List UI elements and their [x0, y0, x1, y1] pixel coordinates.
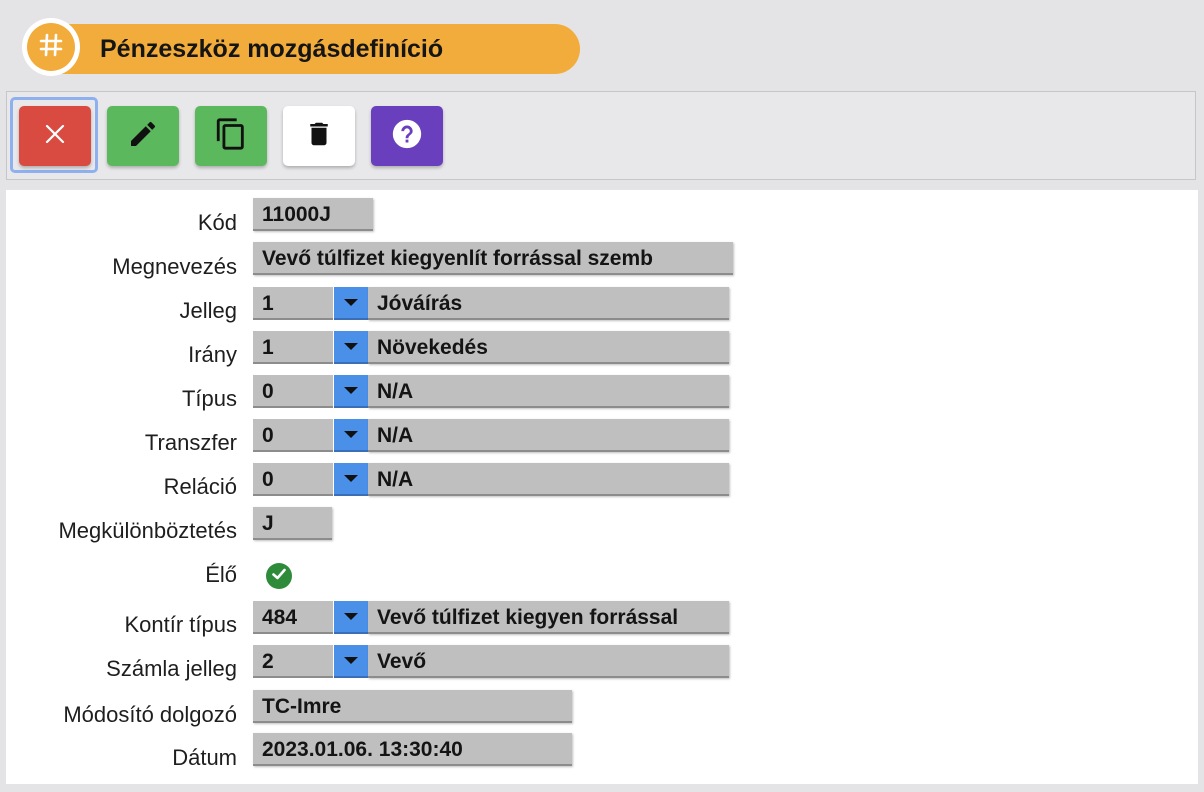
help-icon — [390, 117, 424, 156]
jelleg-code-field[interactable]: 1 — [253, 287, 333, 320]
chevron-down-icon — [344, 475, 358, 482]
chevron-down-icon — [344, 343, 358, 350]
szamla-jelleg-dropdown-button[interactable] — [334, 645, 368, 678]
irany-dropdown-button[interactable] — [334, 331, 368, 364]
chevron-down-icon — [344, 387, 358, 394]
pencil-icon — [127, 118, 159, 155]
toolbar — [6, 91, 1196, 180]
transzfer-name-field: N/A — [368, 419, 729, 452]
hash-icon — [38, 32, 64, 63]
chevron-down-icon — [344, 299, 358, 306]
cancel-button[interactable] — [19, 106, 91, 166]
kontir-tipus-code-field[interactable]: 484 — [253, 601, 333, 634]
irany-name-field: Növekedés — [368, 331, 729, 364]
szamla-jelleg-name-field: Vevő — [368, 645, 729, 678]
tipus-combo: 0 N/A — [253, 375, 729, 408]
chevron-down-icon — [344, 431, 358, 438]
edit-button[interactable] — [107, 106, 179, 166]
copy-button[interactable] — [195, 106, 267, 166]
check-circle-icon — [270, 565, 288, 588]
label-kontir-tipus: Kontír típus — [124, 612, 237, 637]
datum-field: 2023.01.06. 13:30:40 — [253, 733, 572, 766]
kontir-tipus-name-field: Vevő túlfizet kiegyen forrással — [368, 601, 729, 634]
label-modosito-dolgozo: Módosító dolgozó — [63, 702, 237, 727]
szamla-jelleg-code-field[interactable]: 2 — [253, 645, 333, 678]
trash-icon — [304, 119, 334, 154]
transzfer-combo: 0 N/A — [253, 419, 729, 452]
chevron-down-icon — [344, 613, 358, 620]
copy-icon — [214, 117, 248, 156]
label-relacio: Reláció — [163, 474, 237, 499]
close-icon — [43, 122, 67, 151]
label-datum: Dátum — [172, 745, 237, 770]
label-transzfer: Transzfer — [144, 430, 237, 455]
label-elo: Élő — [205, 562, 237, 587]
page-title: Pénzeszköz mozgásdefiníció — [100, 35, 444, 63]
label-jelleg: Jelleg — [179, 298, 237, 323]
elo-checkbox[interactable] — [266, 563, 292, 589]
kod-field[interactable]: 11000J — [253, 198, 373, 231]
kontir-tipus-dropdown-button[interactable] — [334, 601, 368, 634]
relacio-dropdown-button[interactable] — [334, 463, 368, 496]
kontir-tipus-combo: 484 Vevő túlfizet kiegyen forrással — [253, 601, 729, 634]
label-szamla-jelleg: Számla jelleg — [106, 656, 237, 681]
megkulonboztetes-field[interactable]: J — [253, 507, 332, 540]
help-button[interactable] — [371, 106, 443, 166]
tipus-dropdown-button[interactable] — [334, 375, 368, 408]
relacio-code-field[interactable]: 0 — [253, 463, 333, 496]
label-megkulonboztetes: Megkülönböztetés — [58, 518, 237, 543]
modosito-dolgozo-field: TC-Imre — [253, 690, 572, 723]
jelleg-dropdown-button[interactable] — [334, 287, 368, 320]
label-kod: Kód — [197, 210, 237, 235]
jelleg-combo: 1 Jóváírás — [253, 287, 729, 320]
tipus-code-field[interactable]: 0 — [253, 375, 333, 408]
title-badge — [22, 18, 80, 76]
jelleg-name-field: Jóváírás — [368, 287, 729, 320]
transzfer-dropdown-button[interactable] — [334, 419, 368, 452]
label-megnevezes: Megnevezés — [112, 254, 237, 279]
delete-button[interactable] — [283, 106, 355, 166]
label-tipus: Típus — [181, 386, 237, 411]
relacio-name-field: N/A — [368, 463, 729, 496]
irany-combo: 1 Növekedés — [253, 331, 729, 364]
szamla-jelleg-combo: 2 Vevő — [253, 645, 729, 678]
irany-code-field[interactable]: 1 — [253, 331, 333, 364]
transzfer-code-field[interactable]: 0 — [253, 419, 333, 452]
label-irany: Irány — [188, 342, 237, 367]
megnevezes-field[interactable]: Vevő túlfizet kiegyenlít forrással szemb — [253, 242, 733, 275]
relacio-combo: 0 N/A — [253, 463, 729, 496]
tipus-name-field: N/A — [368, 375, 729, 408]
chevron-down-icon — [344, 657, 358, 664]
